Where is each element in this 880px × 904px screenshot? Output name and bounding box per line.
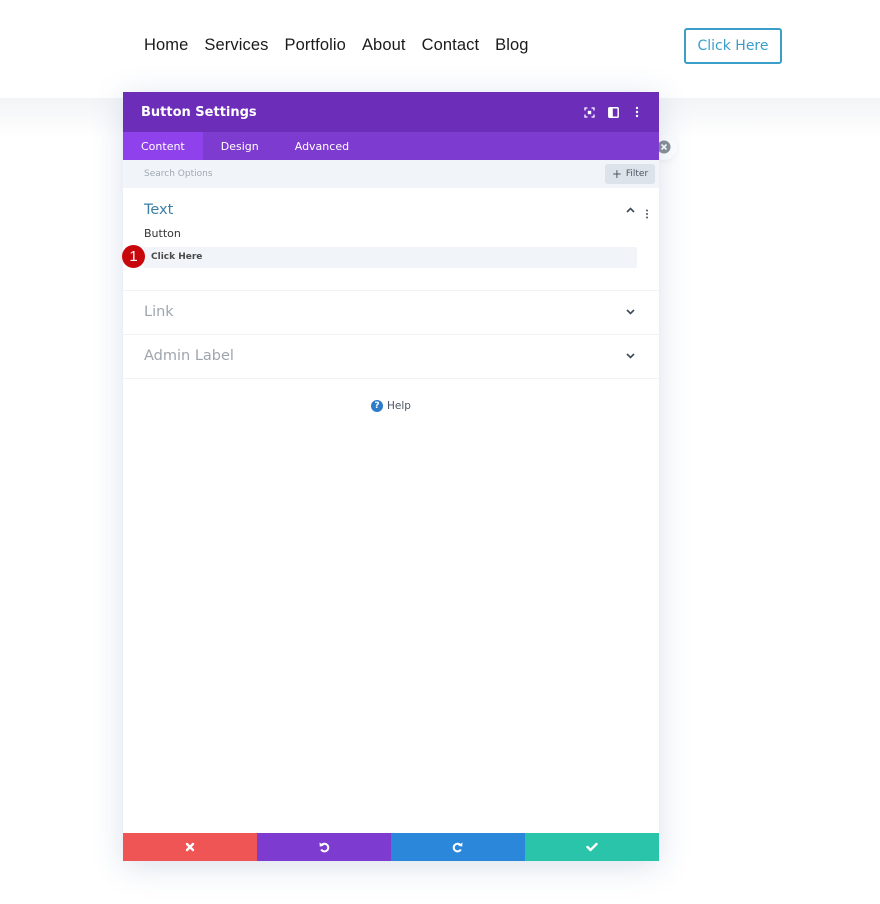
header-cta-button[interactable]: Click Here — [684, 28, 782, 64]
section-more-icon[interactable] — [645, 204, 651, 219]
save-button[interactable] — [525, 833, 659, 861]
modal-header: Button Settings — [123, 92, 659, 132]
modal-title: Button Settings — [141, 104, 257, 120]
button-text-input[interactable] — [144, 246, 637, 268]
more-options-icon[interactable] — [625, 100, 649, 124]
main-nav: Home Services Portfolio About Contact Bl… — [144, 36, 545, 55]
site-header: Home Services Portfolio About Contact Bl… — [0, 0, 880, 98]
help-label: Help — [387, 399, 411, 412]
section-link: Link — [123, 291, 659, 335]
section-link-header[interactable]: Link — [123, 291, 659, 334]
check-icon — [586, 842, 598, 852]
chevron-up-icon[interactable] — [623, 203, 637, 217]
section-admin-label-title: Admin Label — [144, 348, 234, 364]
step-badge: 1 — [122, 245, 145, 268]
section-text-header[interactable]: Text — [123, 188, 659, 231]
split-view-icon[interactable] — [601, 100, 625, 124]
redo-icon — [452, 842, 463, 853]
search-bar: + Filter — [123, 160, 659, 188]
nav-portfolio[interactable]: Portfolio — [285, 36, 346, 55]
section-admin-label: Admin Label — [123, 335, 659, 379]
tab-advanced[interactable]: Advanced — [277, 132, 367, 160]
modal-tabs: Content Design Advanced — [123, 132, 659, 160]
help-icon: ? — [371, 399, 384, 412]
modal-footer — [123, 833, 659, 861]
expand-icon[interactable] — [577, 100, 601, 124]
cancel-button[interactable] — [123, 833, 257, 861]
tab-content[interactable]: Content — [123, 132, 203, 160]
button-text-label: Button — [144, 227, 181, 240]
plus-icon: + — [611, 167, 622, 181]
filter-label: Filter — [625, 169, 649, 179]
undo-button[interactable] — [257, 833, 391, 861]
undo-icon — [319, 842, 330, 853]
redo-button[interactable] — [391, 833, 525, 861]
chevron-down-icon[interactable] — [623, 305, 637, 319]
help-link[interactable]: ? Help — [123, 399, 659, 412]
filter-button[interactable]: + Filter — [605, 164, 655, 184]
section-link-title: Link — [144, 304, 174, 320]
section-text: Text Button 1 — [122, 188, 659, 291]
nav-home[interactable]: Home — [144, 36, 188, 55]
close-icon — [185, 842, 195, 852]
tab-design[interactable]: Design — [203, 132, 277, 160]
button-settings-modal: Button Settings Content Design Advanced … — [122, 92, 659, 861]
nav-about[interactable]: About — [362, 36, 406, 55]
chevron-down-icon[interactable] — [623, 349, 637, 363]
close-circle-icon — [657, 140, 671, 154]
section-admin-label-header[interactable]: Admin Label — [123, 335, 659, 378]
nav-services[interactable]: Services — [204, 36, 268, 55]
nav-blog[interactable]: Blog — [495, 36, 528, 55]
nav-contact[interactable]: Contact — [422, 36, 480, 55]
section-text-title: Text — [144, 201, 174, 218]
search-options-input[interactable] — [123, 160, 659, 188]
